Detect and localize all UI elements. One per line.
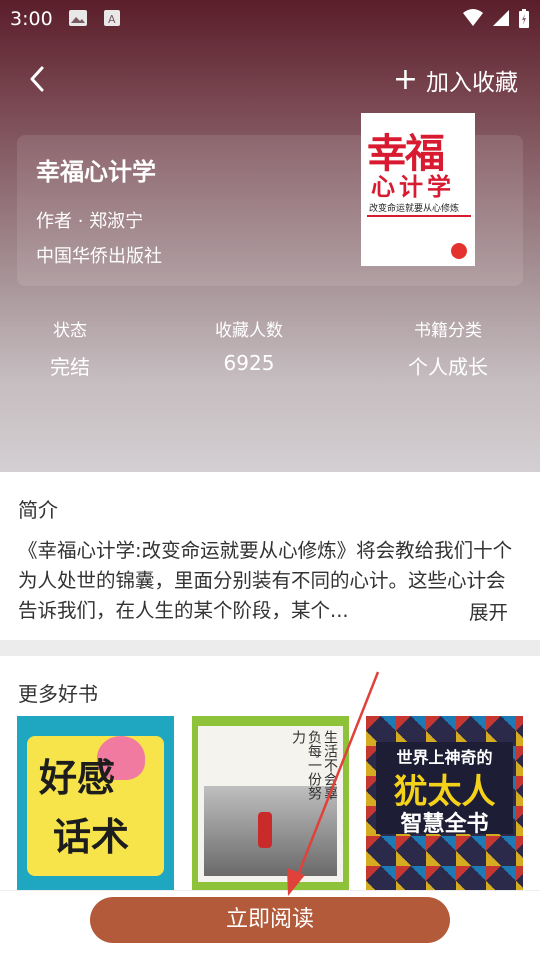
stat-value: 个人成长 bbox=[408, 355, 488, 379]
read-now-button[interactable]: 立即阅读 bbox=[90, 897, 450, 943]
image-icon bbox=[68, 9, 88, 31]
stat-status: 状态 完结 bbox=[0, 316, 150, 380]
cover-text: 好感 bbox=[39, 756, 116, 800]
stat-label: 收藏人数 bbox=[215, 321, 283, 341]
stat-label: 书籍分类 bbox=[414, 321, 482, 341]
stat-value: 完结 bbox=[50, 355, 90, 379]
book-cover: 幸福 心计学 改变命运就要从心修炼 bbox=[361, 113, 475, 266]
intro-section: 简介 《幸福心计学:改变命运就要从心修炼》将会教给我们十个为人处世的锦囊，里面分… bbox=[0, 472, 540, 640]
intro-heading: 简介 bbox=[18, 498, 58, 522]
book-card[interactable]: 好感 话术 bbox=[17, 716, 174, 892]
book-author: 作者 · 郑淑宁 bbox=[36, 211, 144, 232]
font-icon: A bbox=[104, 9, 120, 31]
cover-text: 生活不会辜负每一份努力 bbox=[290, 730, 338, 800]
svg-text:A: A bbox=[108, 13, 116, 26]
status-bar: 3:00 A bbox=[0, 0, 540, 38]
expand-button[interactable]: 展开 bbox=[462, 596, 508, 625]
cover-text: 智慧全书 bbox=[400, 812, 489, 837]
back-button[interactable] bbox=[22, 64, 52, 94]
cover-badge bbox=[451, 243, 467, 259]
battery-icon bbox=[518, 9, 530, 33]
book-card[interactable]: 世界上神奇的 犹太人 智慧全书 bbox=[366, 716, 523, 892]
more-books-heading: 更多好书 bbox=[18, 682, 98, 706]
cover-divider bbox=[367, 215, 471, 217]
cover-figure bbox=[258, 812, 272, 848]
cover-text: 话术 bbox=[53, 815, 130, 859]
signal-icon bbox=[492, 9, 510, 31]
stat-favorites: 收藏人数 6925 bbox=[169, 316, 329, 375]
chevron-left-icon bbox=[30, 66, 44, 92]
stat-label: 状态 bbox=[53, 321, 87, 341]
cover-subtitle: 改变命运就要从心修炼 bbox=[369, 204, 460, 214]
stat-value: 6925 bbox=[223, 351, 275, 375]
stat-category: 书籍分类 个人成长 bbox=[368, 316, 528, 380]
add-favorite-button[interactable]: + 加入收藏 bbox=[392, 62, 518, 97]
status-time: 3:00 bbox=[10, 8, 53, 30]
plus-icon: + bbox=[392, 62, 418, 97]
cover-title-line2: 心计学 bbox=[371, 173, 455, 201]
book-card[interactable]: 生活不会辜负每一份努力 bbox=[192, 716, 349, 892]
add-favorite-label: 加入收藏 bbox=[426, 70, 518, 96]
book-publisher: 中国华侨出版社 bbox=[36, 246, 162, 267]
intro-text: 《幸福心计学:改变命运就要从心修炼》将会教给我们十个为人处世的锦囊，里面分别装有… bbox=[18, 539, 513, 622]
book-title: 幸福心计学 bbox=[36, 158, 156, 186]
wifi-icon bbox=[462, 9, 484, 31]
